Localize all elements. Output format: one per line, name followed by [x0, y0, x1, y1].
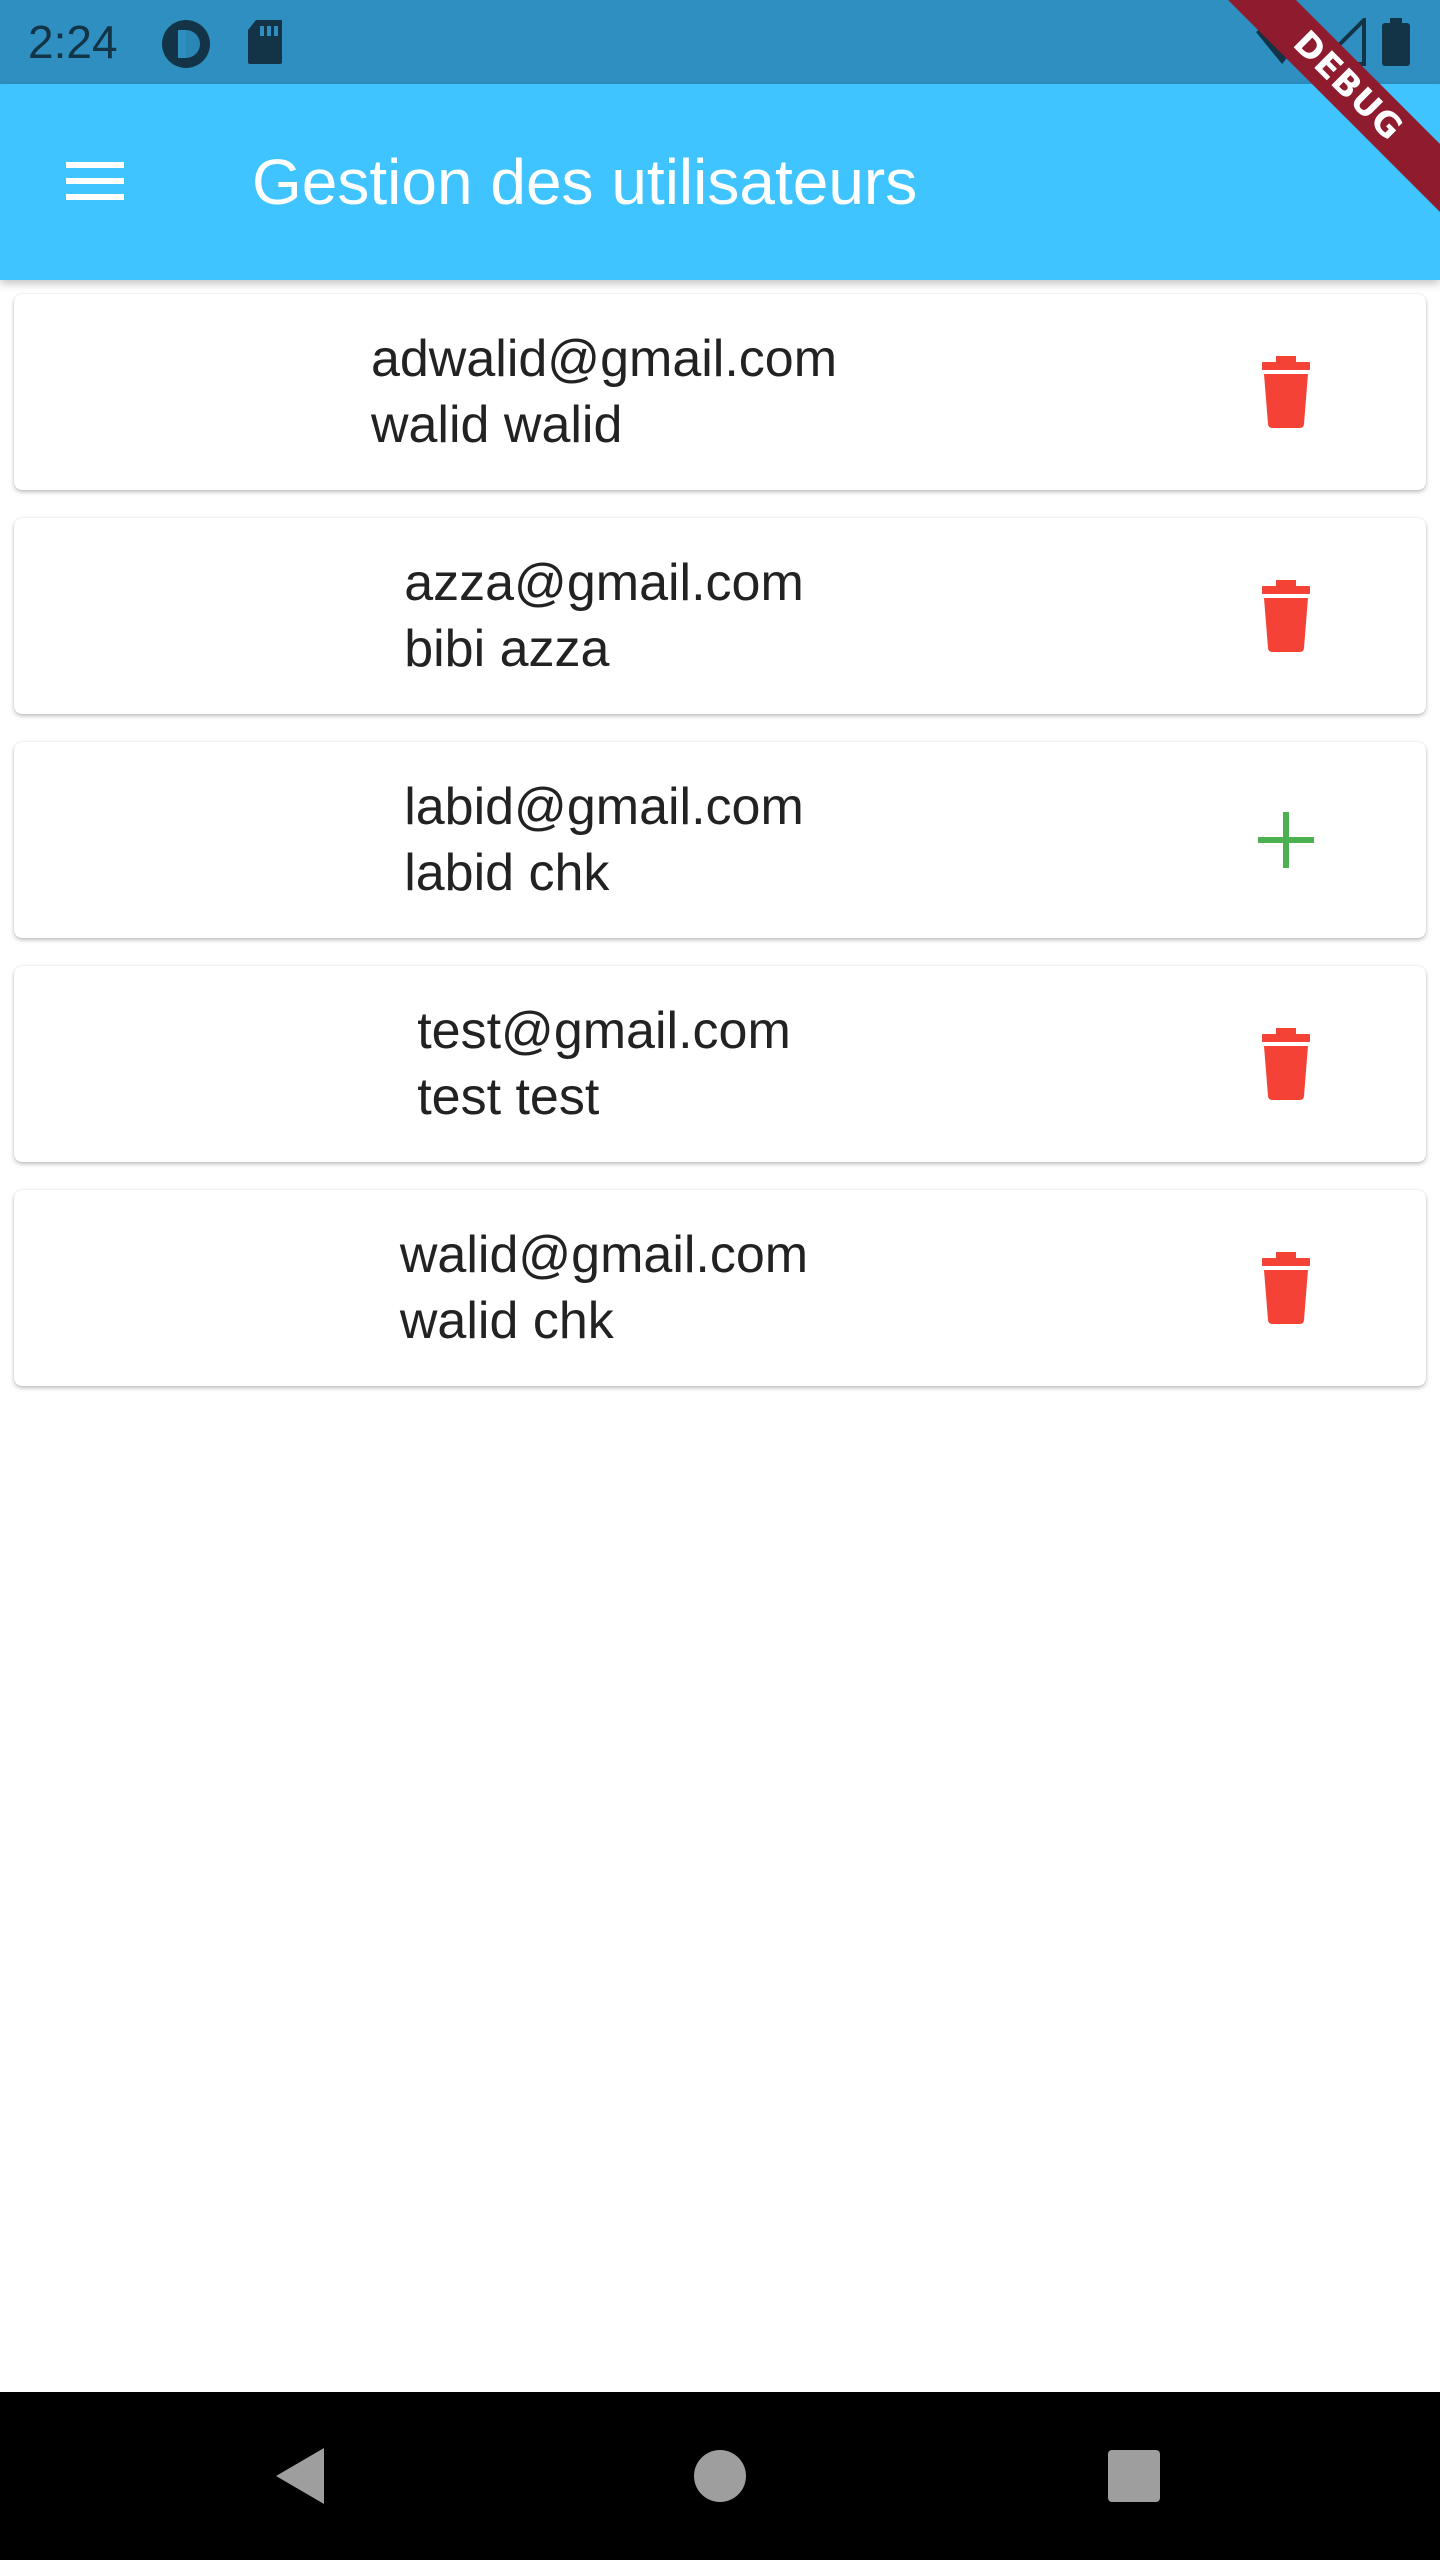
page-title: Gestion des utilisateurs: [252, 146, 918, 218]
delete-button[interactable]: [1246, 352, 1326, 432]
user-email: test@gmail.com: [417, 1002, 791, 1060]
trash-icon: [1262, 1028, 1310, 1100]
trash-icon: [1262, 580, 1310, 652]
user-name: bibi azza: [404, 620, 610, 678]
back-icon[interactable]: [262, 2436, 342, 2516]
user-text-inner: azza@gmail.com bibi azza: [404, 550, 804, 682]
trash-icon: [1262, 1252, 1310, 1324]
user-text: labid@gmail.com labid chk: [14, 774, 1194, 906]
trash-icon: [1262, 356, 1310, 428]
user-text-inner: adwalid@gmail.com walid walid: [371, 326, 837, 458]
screen: 2:24 Gestion des utilisateurs DEBUG adwa…: [0, 0, 1440, 2560]
user-name: walid chk: [399, 1292, 614, 1350]
user-card[interactable]: labid@gmail.com labid chk: [14, 742, 1426, 938]
user-email: labid@gmail.com: [404, 778, 804, 836]
user-name: walid walid: [370, 396, 623, 454]
status-time: 2:24: [28, 16, 118, 68]
app-notification-icon: [160, 18, 212, 75]
user-text-inner: test@gmail.com test test: [417, 998, 791, 1130]
user-card[interactable]: azza@gmail.com bibi azza: [14, 518, 1426, 714]
wifi-icon: [1254, 18, 1310, 71]
user-email: walid@gmail.com: [399, 1226, 809, 1284]
user-text: test@gmail.com test test: [14, 998, 1194, 1130]
delete-button[interactable]: [1246, 1024, 1326, 1104]
user-card[interactable]: adwalid@gmail.com walid walid: [14, 294, 1426, 490]
add-button[interactable]: [1246, 800, 1326, 880]
user-card[interactable]: test@gmail.com test test: [14, 966, 1426, 1162]
battery-icon: [1382, 18, 1410, 71]
user-name: labid chk: [404, 844, 610, 902]
user-email: adwalid@gmail.com: [370, 330, 838, 388]
user-text: azza@gmail.com bibi azza: [14, 550, 1194, 682]
sd-card-icon: [246, 18, 286, 71]
user-text: walid@gmail.com walid chk: [14, 1222, 1194, 1354]
user-card[interactable]: walid@gmail.com walid chk: [14, 1190, 1426, 1386]
user-text-inner: labid@gmail.com labid chk: [404, 774, 804, 906]
app-bar: Gestion des utilisateurs: [0, 84, 1440, 280]
recents-icon[interactable]: [1094, 2436, 1174, 2516]
user-text-inner: walid@gmail.com walid chk: [400, 1222, 808, 1354]
menu-icon[interactable]: [58, 148, 138, 212]
user-email: azza@gmail.com: [404, 554, 804, 612]
home-icon[interactable]: [680, 2436, 760, 2516]
user-name: test test: [417, 1068, 600, 1126]
delete-button[interactable]: [1246, 576, 1326, 656]
delete-button[interactable]: [1246, 1248, 1326, 1328]
status-bar: 2:24: [0, 0, 1440, 84]
user-text: adwalid@gmail.com walid walid: [14, 326, 1194, 458]
plus-icon: [1258, 812, 1314, 868]
signal-icon: [1315, 15, 1366, 71]
navigation-bar: [0, 2392, 1440, 2560]
